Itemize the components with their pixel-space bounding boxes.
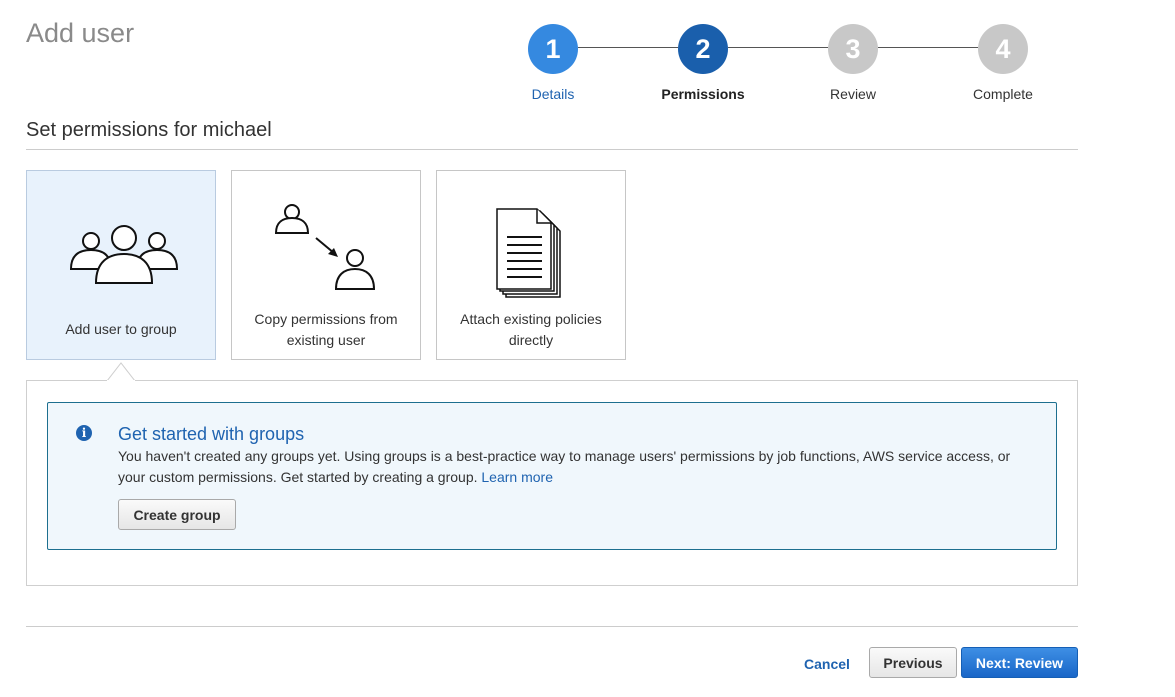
option-attach-policies[interactable]: Attach existing policies directly [436,170,626,360]
group-icon [69,225,179,284]
option-label-line2: existing user [286,332,366,348]
info-text: You haven't created any groups yet. Usin… [118,446,1038,488]
step-connector [728,47,828,48]
section-title: Set permissions for michael [26,119,272,141]
step-4-circle: 4 [978,24,1028,74]
info-title: Get started with groups [118,424,305,444]
info-icon: i [76,425,92,441]
previous-button[interactable]: Previous [869,647,957,678]
step-complete-label: Complete [973,86,1033,102]
panel-pointer [107,362,135,381]
option-copy-permissions[interactable]: Copy permissions from existing user [231,170,421,360]
option-add-user-to-group[interactable]: Add user to group [26,170,216,360]
step-1-circle[interactable]: 1 [528,24,578,74]
option-label-line1: Attach existing policies [460,311,602,327]
step-connector [878,47,978,48]
info-text-line1: You haven't created any groups yet. Usin… [118,448,1011,464]
create-group-button[interactable]: Create group [118,499,236,530]
step-review-label: Review [830,86,876,102]
footer-divider [26,626,1078,627]
step-2-circle: 2 [678,24,728,74]
info-text-line2: your custom permissions. Get started by … [118,469,478,485]
step-3-circle: 3 [828,24,878,74]
next-review-button[interactable]: Next: Review [961,647,1078,678]
option-label-line2: directly [508,332,554,348]
document-icon [496,208,561,298]
learn-more-link[interactable]: Learn more [481,469,553,485]
copy-user-icon [274,204,376,290]
option-label-line1: Copy permissions from [254,311,398,327]
cancel-button[interactable]: Cancel [795,648,859,679]
option-label: Add user to group [65,321,177,337]
step-connector [578,47,678,48]
step-permissions-label: Permissions [661,86,745,102]
wizard-stepper: 1 2 3 4 Details Permissions Review Compl… [0,0,1175,110]
step-details-label[interactable]: Details [493,86,613,102]
section-divider [26,149,1078,150]
